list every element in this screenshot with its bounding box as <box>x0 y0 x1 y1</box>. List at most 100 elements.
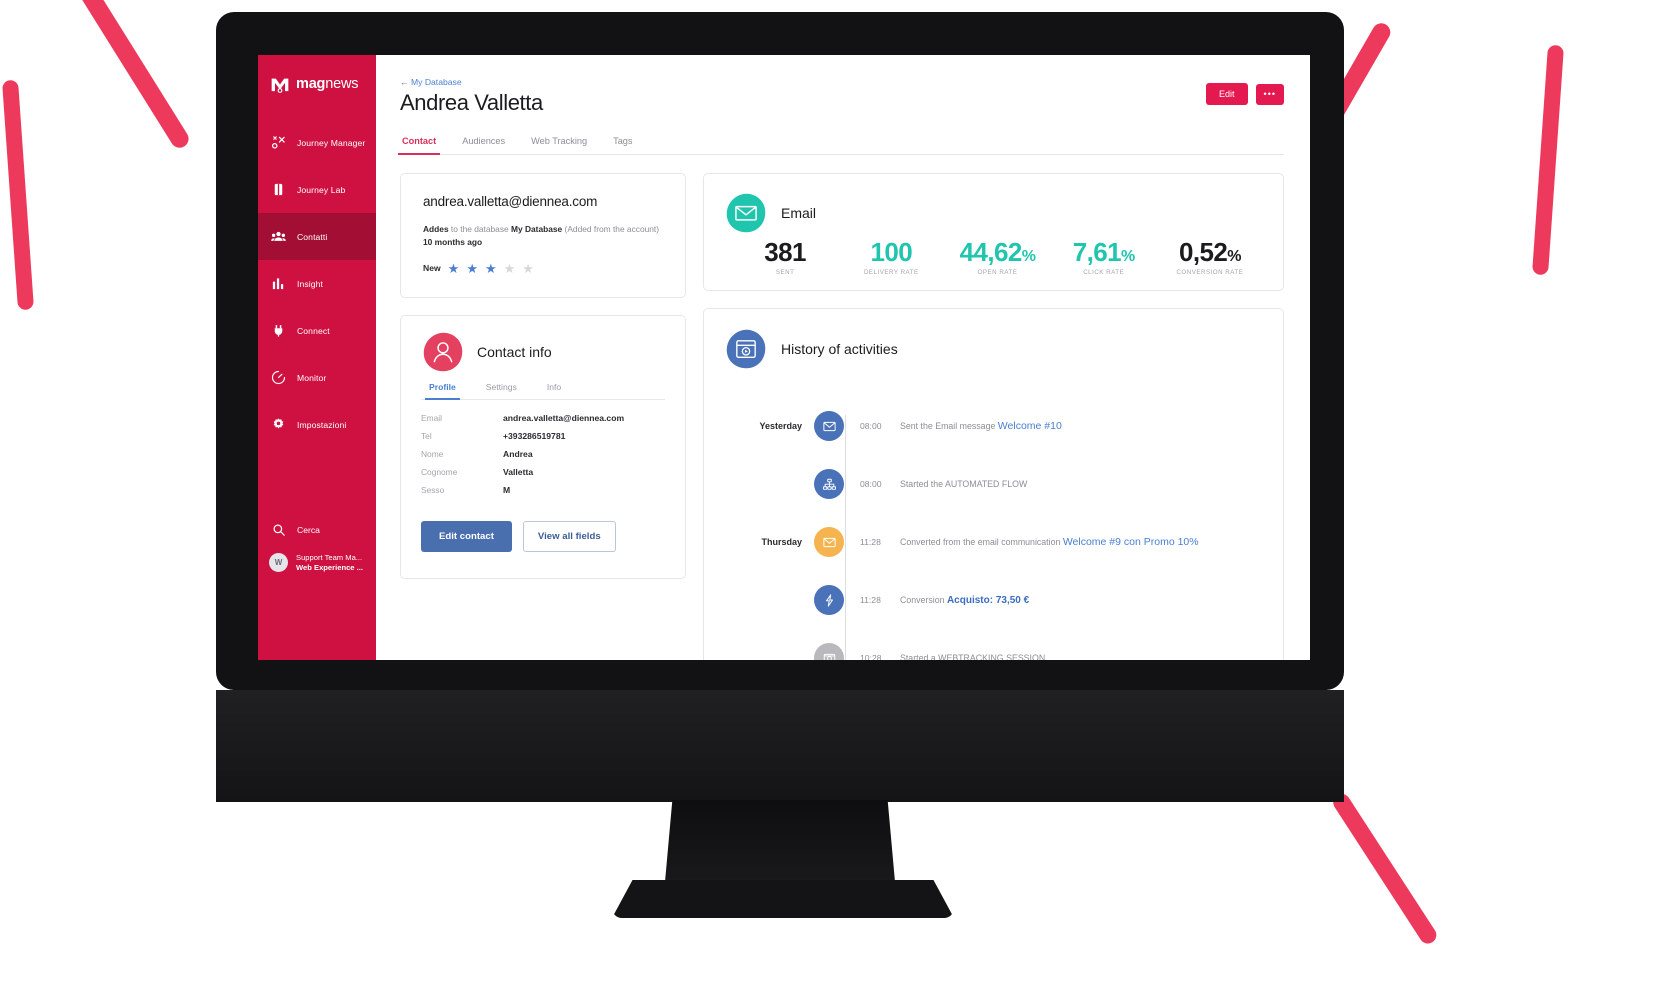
star-icon[interactable]: ★ <box>448 262 460 275</box>
subtab-settings[interactable]: Settings <box>486 382 517 399</box>
metric-label: DELIVERY RATE <box>863 269 919 277</box>
envelope-icon <box>814 527 844 557</box>
sidebar-item-label: Contatti <box>297 231 328 242</box>
field-value: +393286519781 <box>503 430 566 441</box>
journey-manager-icon <box>271 135 286 150</box>
metric-label: CONVERSION RATE <box>1176 269 1244 277</box>
star-icon[interactable]: ★ <box>522 262 534 275</box>
sidebar-item-journey-lab[interactable]: Journey Lab <box>258 166 376 213</box>
sidebar-item-label: Journey Lab <box>297 184 346 195</box>
metric-label: CLICK RATE <box>1083 269 1125 277</box>
header-actions: Edit ••• <box>1206 83 1284 105</box>
search-icon <box>271 523 286 538</box>
star-icon[interactable]: ★ <box>504 262 516 275</box>
page-title: Andrea Valletta <box>400 90 543 115</box>
view-all-fields-button[interactable]: View all fields <box>522 520 616 552</box>
timeline-event[interactable]: 10:28 Started a WEBTRACKING SESSION <box>724 629 1263 660</box>
star-icon[interactable]: ★ <box>466 262 478 275</box>
history-card: History of activities Yesterday 08:00 Se… <box>703 308 1284 660</box>
contact-info-title: Contact info <box>477 343 552 360</box>
contacts-icon <box>271 229 286 244</box>
sidebar-user[interactable]: W Support Team Ma... Web Experience ... <box>258 553 376 572</box>
sidebar: magnews Journey Manager Journey Lab Cont… <box>258 55 376 660</box>
sidebar-search-label: Cerca <box>297 525 320 535</box>
sidebar-item-insight[interactable]: Insight <box>258 260 376 307</box>
metric-value: 0,52% <box>1178 237 1241 267</box>
tab-audiences[interactable]: Audiences <box>460 136 507 154</box>
sidebar-item-label: Monitor <box>297 372 327 383</box>
insight-bars-icon <box>271 276 286 291</box>
event-link[interactable]: Welcome #10 <box>998 420 1062 432</box>
sidebar-user-org: Web Experience ... <box>296 562 363 572</box>
avatar: W <box>269 553 288 572</box>
event-link[interactable]: Welcome #9 con Promo 10% <box>1063 536 1199 548</box>
sidebar-item-connect[interactable]: Connect <box>258 307 376 354</box>
tab-bar: Contact Audiences Web Tracking Tags <box>397 136 1284 155</box>
monitor-chin <box>216 690 1344 802</box>
sidebar-bottom: Cerca W Support Team Ma... Web Experienc… <box>258 515 376 572</box>
contact-added-info: Addes to the database My Database (Added… <box>423 223 663 250</box>
metric-value: 100 <box>870 237 913 267</box>
subtab-profile[interactable]: Profile <box>425 382 460 400</box>
timeline-event[interactable]: Yesterday 08:00 Sent the Email message W… <box>724 397 1263 455</box>
sidebar-search[interactable]: Cerca <box>258 515 376 545</box>
webtracking-icon <box>814 643 844 660</box>
database-name: My Database <box>511 224 563 234</box>
metric-label: SENT <box>775 269 795 277</box>
sidebar-nav: Journey Manager Journey Lab Contatti Ins… <box>258 119 376 448</box>
settings-gear-icon <box>271 417 286 432</box>
decorative-slash <box>1531 44 1565 276</box>
sidebar-item-journey-manager[interactable]: Journey Manager <box>258 119 376 166</box>
main-content: ← My Database Andrea Valletta Edit ••• C… <box>376 55 1310 660</box>
contact-summary-card: andrea.valletta@diennea.com Addes to the… <box>400 173 686 298</box>
event-text: Started a WEBTRACKING SESSION <box>900 653 1046 660</box>
monitor-gauge-icon <box>271 370 286 385</box>
edit-contact-button[interactable]: Edit contact <box>421 520 512 552</box>
timeline-event[interactable]: Thursday 11:28 Converted from the email … <box>724 513 1263 571</box>
subtab-info[interactable]: Info <box>547 382 561 399</box>
tab-contact[interactable]: Contact <box>397 136 441 155</box>
edit-button[interactable]: Edit <box>1206 83 1248 105</box>
sidebar-item-contatti[interactable]: Contatti <box>258 213 376 260</box>
field-key: Nome <box>421 448 444 459</box>
connect-plug-icon <box>271 323 286 338</box>
added-when: 10 months ago <box>423 237 483 248</box>
field-value: Andrea <box>503 448 533 459</box>
field-row: Tel +393286519781 <box>421 431 665 441</box>
added-mid: to the database <box>448 224 512 234</box>
sidebar-item-label: Journey Manager <box>297 137 366 148</box>
contact-info-header: Contact info <box>421 330 665 374</box>
timeline-event[interactable]: 11:28 Conversion Acquisto: 73,50 € <box>724 571 1263 629</box>
sidebar-user-name: Support Team Ma... <box>296 553 363 563</box>
brand-logo[interactable]: magnews <box>258 55 376 97</box>
metric-conversion-rate: 0,52% CONVERSION RATE <box>1157 237 1263 277</box>
breadcrumb[interactable]: ← My Database <box>400 77 1284 87</box>
field-row: Email andrea.valletta@diennea.com <box>421 413 665 423</box>
event-link[interactable]: Acquisto: 73,50 € <box>947 595 1029 606</box>
timeline-event[interactable]: 08:00 Started the AUTOMATED FLOW <box>724 455 1263 513</box>
email-stats-card: Email 381 SENT 100 DELIVERY RATE 44,62% … <box>703 173 1284 291</box>
star-icon[interactable]: ★ <box>485 262 497 275</box>
metric-sent: 381 SENT <box>732 238 838 277</box>
contact-fields: Email andrea.valletta@diennea.com Tel +3… <box>421 413 665 495</box>
metric-value: 7,61% <box>1072 237 1135 267</box>
rating-label: New <box>423 263 441 274</box>
event-time: 08:00 <box>860 479 882 489</box>
sidebar-item-impostazioni[interactable]: Impostazioni <box>258 401 376 448</box>
tab-tags[interactable]: Tags <box>611 136 634 154</box>
contact-email-heading: andrea.valletta@diennea.com <box>423 194 598 209</box>
tab-web-tracking[interactable]: Web Tracking <box>529 136 589 154</box>
right-column: Email 381 SENT 100 DELIVERY RATE 44,62% … <box>703 173 1284 660</box>
event-time: 08:00 <box>860 421 882 431</box>
field-row: Sesso M <box>421 485 665 495</box>
history-header: History of activities <box>724 327 1263 371</box>
sidebar-item-label: Insight <box>297 278 324 289</box>
event-day: Yesterday <box>759 421 802 431</box>
history-title: History of activities <box>781 341 898 357</box>
field-key: Cognome <box>421 466 458 477</box>
sidebar-item-monitor[interactable]: Monitor <box>258 354 376 401</box>
field-row: Nome Andrea <box>421 449 665 459</box>
event-text: Started the AUTOMATED FLOW <box>900 479 1028 489</box>
more-options-button[interactable]: ••• <box>1255 83 1284 105</box>
field-key: Email <box>421 412 442 423</box>
